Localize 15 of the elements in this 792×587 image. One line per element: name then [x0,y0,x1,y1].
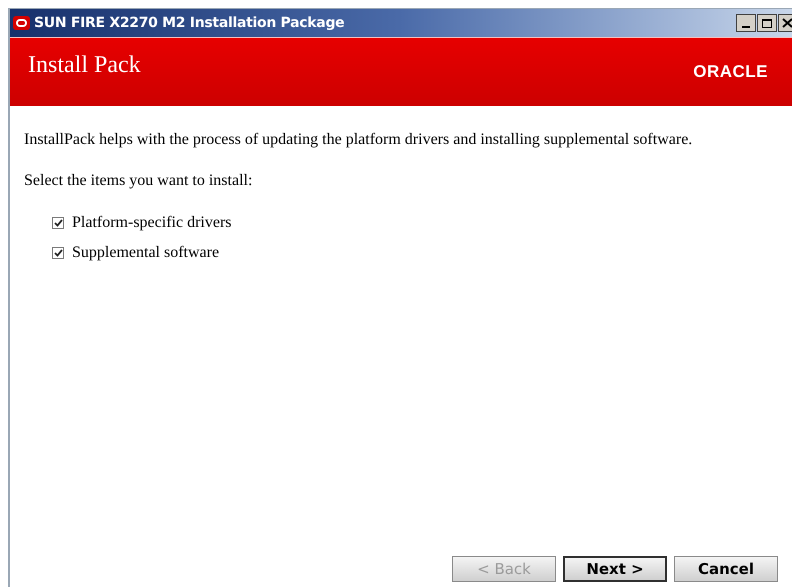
checkbox[interactable] [52,247,64,259]
intro-text: InstallPack helps with the process of updating the platform drivers and installing supplemental software. [24,130,694,150]
maximize-button[interactable] [757,14,777,32]
oracle-logo: ORACLE [693,61,768,84]
dialog-button[interactable]: Next > [563,556,667,582]
minimize-button[interactable] [736,14,756,32]
prompt-text: Select the items you want to install: [24,171,254,191]
close-button[interactable] [778,14,792,32]
window-title: SUN FIRE X2270 M2 Installation Package [34,14,344,32]
checkbox[interactable] [52,217,64,229]
checkbox-label: Platform-specific drivers [72,213,232,233]
app-icon [13,16,30,30]
checkbox-label: Supplemental software [72,243,220,263]
header-title: Install Pack [28,51,141,80]
dialog-button[interactable]: Cancel [674,556,778,582]
